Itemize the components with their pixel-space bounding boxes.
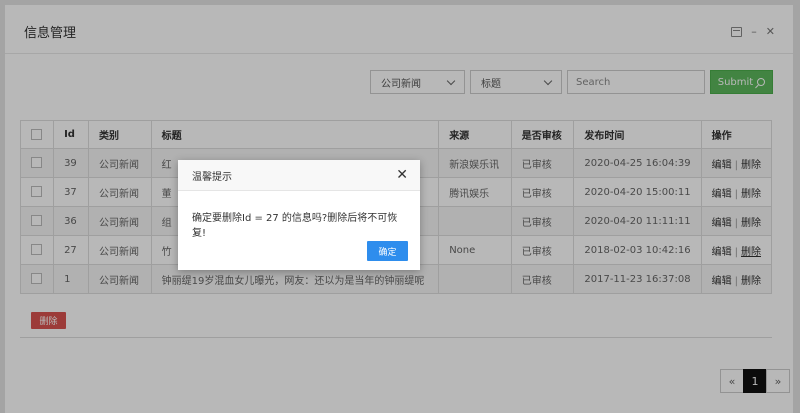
dialog-message: 确定要删除Id = 27 的信息吗?删除后将不可恢复! (192, 213, 398, 239)
dialog-title: 温馨提示 (192, 171, 232, 183)
dialog-header: 温馨提示 ✕ (178, 160, 420, 191)
close-icon[interactable]: ✕ (396, 168, 408, 182)
dialog-footer: 确定 (367, 241, 408, 261)
confirm-dialog: 温馨提示 ✕ 确定要删除Id = 27 的信息吗?删除后将不可恢复! 确定 (178, 160, 420, 270)
confirm-button[interactable]: 确定 (367, 241, 408, 261)
